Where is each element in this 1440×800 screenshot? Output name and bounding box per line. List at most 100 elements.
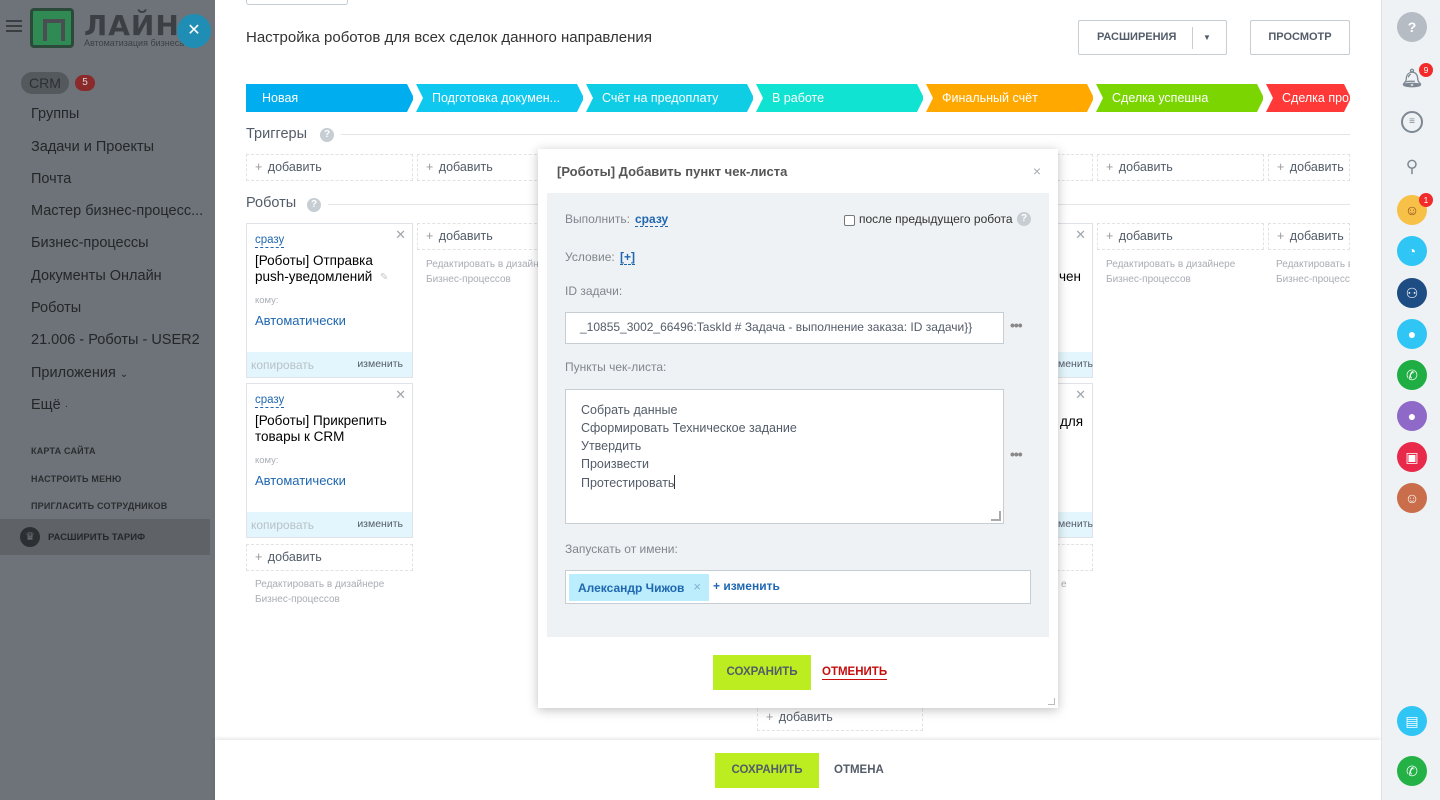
stage-final-invoice[interactable]: Финальный счёт (926, 84, 1093, 112)
sidebar-item-crm[interactable]: CRM (21, 72, 69, 94)
sidebar-item-bp[interactable]: Бизнес-процессы (31, 235, 149, 251)
robot-card[interactable]: ✕ для изменить (1047, 383, 1093, 538)
stage-label: Счёт на предоплату (602, 91, 719, 105)
chat-icon[interactable]: ≡ (1401, 111, 1423, 133)
edit-button[interactable]: изменить (357, 518, 403, 530)
phone-icon[interactable]: ✆ (1397, 360, 1427, 390)
user-icon[interactable]: ● (1397, 319, 1427, 349)
add-robot-button[interactable]: + добавить (246, 544, 413, 571)
sidebar-item-apps[interactable]: Приложения ⌄ (31, 365, 128, 381)
copy-button[interactable]: копировать (251, 518, 314, 532)
robot-to-value[interactable]: Автоматически (255, 473, 346, 488)
chevron-down-icon[interactable]: ▼ (1203, 21, 1211, 54)
dialog-save-button[interactable]: СОХРАНИТЬ (713, 655, 811, 690)
add-robot-button[interactable] (1057, 544, 1093, 571)
help-icon[interactable]: ? (1397, 12, 1427, 42)
run-as-user-field[interactable]: Александр Чижов × + изменить (565, 570, 1031, 604)
sidebar-item-tasks[interactable]: Задачи и Проекты (31, 139, 154, 155)
edit-button[interactable]: изменить (357, 358, 403, 370)
sidebar-item-mail[interactable]: Почта (31, 171, 71, 187)
more-options-icon[interactable]: ••• (1010, 317, 1023, 333)
add-trigger-button[interactable]: + добавить (246, 154, 413, 181)
upgrade-tariff-button[interactable]: ♛ РАСШИРИТЬ ТАРИФ (0, 519, 210, 555)
preview-button[interactable]: ПРОСМОТР (1250, 20, 1350, 55)
stage-lost[interactable]: Сделка про (1266, 84, 1350, 112)
designer-link[interactable]: Редактировать в дизайнере Бизнес-процессо… (255, 577, 384, 607)
contact-avatar-icon[interactable]: ☺ (1397, 483, 1427, 513)
designer-link-fragment[interactable]: е (1061, 577, 1067, 592)
cancel-button[interactable]: ОТМЕНА (834, 764, 884, 776)
divider (341, 134, 1350, 135)
close-icon[interactable]: ✕ (1075, 227, 1086, 243)
change-user-link[interactable]: + изменить (713, 579, 780, 593)
lock-icon[interactable]: ▣ (1397, 442, 1427, 472)
close-icon[interactable]: ✕ (1075, 387, 1086, 403)
after-previous-checkbox[interactable] (844, 215, 855, 226)
task-id-input[interactable]: _10855_3002_66496:TaskId # Задача - выпо… (565, 312, 1004, 344)
sidebar-item-bp-wizard[interactable]: Мастер бизнес-процесс... (31, 203, 203, 219)
help-icon[interactable]: ? (320, 128, 334, 142)
add-robot-button[interactable]: + добавить (417, 223, 547, 250)
group-chat-icon[interactable]: ⚇ (1397, 278, 1427, 308)
robot-card-footer: копировать изменить (247, 352, 412, 377)
add-trigger-button[interactable]: + добавить (1268, 154, 1350, 181)
designer-link[interactable]: Редактировать в дизайнере Бизнес-процессо… (426, 257, 555, 287)
stage-in-work[interactable]: В работе (756, 84, 923, 112)
invite-users-link[interactable]: ПРИГЛАСИТЬ СОТРУДНИКОВ (31, 501, 167, 511)
copy-button[interactable]: копировать (251, 358, 314, 372)
extensions-button[interactable]: РАСШИРЕНИЯ ▼ (1078, 20, 1227, 55)
dialog-cancel-button[interactable]: ОТМЕНИТЬ (822, 665, 888, 680)
add-robot-button[interactable]: + добавить (757, 704, 923, 731)
stage-success[interactable]: Сделка успешна (1096, 84, 1263, 112)
resize-handle-icon[interactable] (991, 511, 1001, 521)
checklist-line: Протестировать (581, 476, 675, 490)
sidebar-item-user2[interactable]: 21.006 - Роботы - USER2 (31, 332, 200, 348)
checklist-textarea[interactable]: Собрать данные Сформировать Техническое … (565, 389, 1004, 524)
robot-to-value[interactable]: Автоматически (255, 313, 346, 328)
user-purple-icon[interactable]: ● (1397, 401, 1427, 431)
add-condition-link[interactable]: [+] (620, 250, 635, 265)
robot-card[interactable]: сразу ✕ [Роботы] Отправка push-уведомлен… (246, 223, 413, 378)
sidebar-item-groups[interactable]: Группы (31, 106, 79, 122)
robot-when-link[interactable]: сразу (255, 234, 285, 248)
stage-label: Финальный счёт (942, 91, 1038, 105)
robot-card[interactable]: ✕ чен изменить (1047, 223, 1093, 378)
robot-when-link[interactable]: сразу (255, 394, 285, 408)
stage-label: Сделка успешна (1112, 91, 1209, 105)
search-icon[interactable]: ⚲ (1397, 152, 1427, 182)
open-lines-icon[interactable]: ▤ (1397, 706, 1427, 736)
execute-label: Выполнить: (565, 212, 630, 226)
close-icon[interactable]: × (1033, 163, 1041, 179)
sidebar-item-more[interactable]: Ещё · (31, 397, 68, 413)
stage-new[interactable]: Новая (246, 84, 413, 112)
sitemap-link[interactable]: КАРТА САЙТА (31, 446, 96, 456)
configure-menu-link[interactable]: НАСТРОИТЬ МЕНЮ (31, 474, 121, 484)
execute-value-link[interactable]: сразу (635, 212, 669, 227)
close-icon[interactable]: ✕ (395, 227, 406, 243)
user-clock-icon[interactable]: ◔ (1397, 236, 1427, 266)
dialog-resize-icon[interactable] (1048, 698, 1055, 705)
add-robot-button[interactable]: + добавить (1268, 223, 1350, 250)
dialog-body: Выполнить: сразу после предыдущего робот… (547, 193, 1049, 637)
robot-card[interactable]: сразу ✕ [Роботы] Прикрепить товары к CRM… (246, 383, 413, 538)
close-sidebar-icon[interactable]: ✕ (177, 14, 211, 48)
remove-user-icon[interactable]: × (693, 579, 701, 594)
close-icon[interactable]: ✕ (395, 387, 406, 403)
add-trigger-button[interactable]: + добавить (1097, 154, 1264, 181)
add-trigger-button[interactable] (1057, 154, 1093, 181)
designer-link[interactable]: Редактировать в дизайнере Бизнес-процессо… (1276, 257, 1350, 287)
designer-link[interactable]: Редактировать в дизайнере Бизнес-процессо… (1106, 257, 1235, 287)
sidebar-item-docs[interactable]: Документы Онлайн (31, 268, 162, 284)
stage-docs[interactable]: Подготовка докумен... (416, 84, 583, 112)
stage-prepay[interactable]: Счёт на предоплату (586, 84, 753, 112)
help-icon[interactable]: ? (307, 198, 321, 212)
help-icon[interactable]: ? (1017, 212, 1031, 226)
pencil-icon[interactable]: ✎ (380, 272, 388, 283)
more-options-icon[interactable]: ••• (1010, 446, 1023, 462)
menu-icon[interactable] (6, 20, 22, 35)
sidebar-item-robots[interactable]: Роботы (31, 300, 81, 316)
call-icon[interactable]: ✆ (1397, 756, 1427, 786)
save-button[interactable]: СОХРАНИТЬ (715, 753, 819, 788)
add-robot-button[interactable]: + добавить (1097, 223, 1264, 250)
add-trigger-button[interactable]: + добавить (417, 154, 547, 181)
